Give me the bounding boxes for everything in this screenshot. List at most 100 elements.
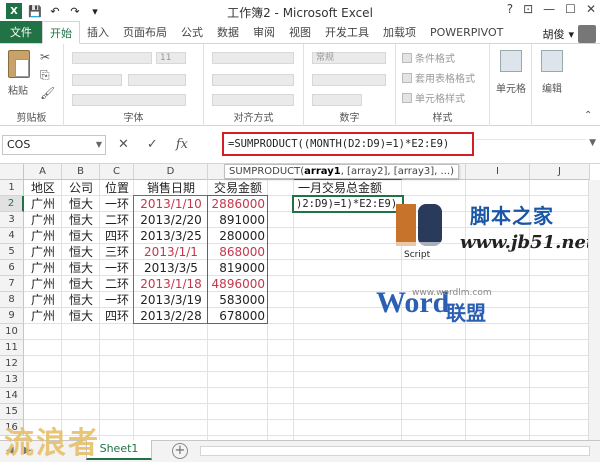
tab-add-ins[interactable]: 加载项 bbox=[376, 21, 423, 43]
row-header-7[interactable]: 7 bbox=[0, 276, 24, 292]
data-cell[interactable]: 2013/3/19 bbox=[134, 292, 208, 308]
editing-icon[interactable] bbox=[541, 50, 563, 72]
tab-formulas[interactable]: 公式 bbox=[174, 21, 210, 43]
header-cell[interactable]: 销售日期 bbox=[134, 180, 208, 196]
save-icon[interactable]: 💾 bbox=[28, 4, 42, 18]
collapse-ribbon-icon[interactable]: ⌃ bbox=[584, 110, 592, 121]
help-button[interactable]: ? bbox=[507, 2, 513, 16]
row-header-4[interactable]: 4 bbox=[0, 228, 24, 244]
data-cell[interactable]: 广州 bbox=[24, 260, 62, 276]
row-header-5[interactable]: 5 bbox=[0, 244, 24, 260]
vertical-align-buttons[interactable] bbox=[212, 52, 294, 64]
row-header-2[interactable]: 2 bbox=[0, 196, 24, 212]
data-cell[interactable]: 2013/3/25 bbox=[134, 228, 208, 244]
enter-icon[interactable]: ✓ bbox=[147, 137, 158, 152]
cut-icon[interactable]: ✂ bbox=[40, 50, 50, 64]
tab-data[interactable]: 数据 bbox=[210, 21, 246, 43]
number-format-box[interactable]: 常规 bbox=[312, 52, 386, 64]
data-cell[interactable]: 二环 bbox=[100, 212, 134, 228]
tab-file[interactable]: 文件 bbox=[0, 21, 42, 43]
row-header-6[interactable]: 6 bbox=[0, 260, 24, 276]
data-cell[interactable]: 583000 bbox=[208, 292, 268, 308]
row-header-10[interactable]: 10 bbox=[0, 324, 24, 340]
close-button[interactable]: ✕ bbox=[586, 2, 596, 16]
data-cell[interactable]: 280000 bbox=[208, 228, 268, 244]
data-cell[interactable]: 一环 bbox=[100, 196, 134, 212]
column-header-b[interactable]: B bbox=[62, 164, 100, 180]
data-cell[interactable]: 广州 bbox=[24, 196, 62, 212]
maximize-button[interactable]: ☐ bbox=[565, 2, 576, 16]
data-cell[interactable]: 广州 bbox=[24, 212, 62, 228]
data-cell[interactable]: 2013/1/18 bbox=[134, 276, 208, 292]
data-cell[interactable]: 恒大 bbox=[62, 308, 100, 324]
data-cell[interactable]: 891000 bbox=[208, 212, 268, 228]
column-header-d[interactable]: D bbox=[134, 164, 208, 180]
column-header-c[interactable]: C bbox=[100, 164, 134, 180]
data-cell[interactable]: 恒大 bbox=[62, 212, 100, 228]
column-header-a[interactable]: A bbox=[24, 164, 62, 180]
tab-powerpivot[interactable]: POWERPIVOT bbox=[423, 21, 510, 43]
data-cell[interactable]: 恒大 bbox=[62, 244, 100, 260]
font-size-box[interactable]: 11 bbox=[156, 52, 186, 64]
row-header-9[interactable]: 9 bbox=[0, 308, 24, 324]
data-cell[interactable]: 678000 bbox=[208, 308, 268, 324]
data-cell[interactable]: 三环 bbox=[100, 244, 134, 260]
data-cell[interactable]: 2013/1/1 bbox=[134, 244, 208, 260]
header-cell[interactable]: 公司 bbox=[62, 180, 100, 196]
add-sheet-button[interactable]: + bbox=[172, 443, 188, 459]
tab-home[interactable]: 开始 bbox=[42, 21, 80, 44]
data-cell[interactable]: 恒大 bbox=[62, 292, 100, 308]
column-header-j[interactable]: J bbox=[530, 164, 590, 180]
cells-label[interactable]: 单元格 bbox=[492, 80, 530, 95]
tab-page-layout[interactable]: 页面布局 bbox=[116, 21, 174, 43]
header-cell[interactable]: 地区 bbox=[24, 180, 62, 196]
data-cell[interactable]: 四环 bbox=[100, 228, 134, 244]
decimal-buttons[interactable] bbox=[312, 94, 362, 106]
row-header-13[interactable]: 13 bbox=[0, 372, 24, 388]
row-header-11[interactable]: 11 bbox=[0, 340, 24, 356]
minimize-button[interactable]: — bbox=[543, 2, 555, 16]
vertical-scrollbar[interactable] bbox=[588, 180, 600, 440]
cell-g1-header[interactable]: 一月交易总金额 bbox=[298, 180, 382, 196]
data-cell[interactable]: 广州 bbox=[24, 276, 62, 292]
expand-formula-bar-icon[interactable]: ▼ bbox=[589, 138, 596, 148]
font-name-box[interactable] bbox=[72, 52, 152, 64]
data-cell[interactable]: 二环 bbox=[100, 276, 134, 292]
editing-label[interactable]: 编辑 bbox=[534, 80, 570, 95]
data-cell[interactable]: 恒大 bbox=[62, 196, 100, 212]
data-cell[interactable]: 广州 bbox=[24, 228, 62, 244]
user-account[interactable]: 胡俊 ▾ bbox=[542, 25, 600, 43]
ribbon-display-button[interactable]: ⊡ bbox=[523, 2, 533, 16]
redo-icon[interactable]: ↷ bbox=[68, 4, 82, 18]
customize-qat-icon[interactable]: ▾ bbox=[88, 4, 102, 18]
data-cell[interactable]: 一环 bbox=[100, 260, 134, 276]
data-cell[interactable]: 广州 bbox=[24, 308, 62, 324]
header-cell[interactable]: 位置 bbox=[100, 180, 134, 196]
row-header-12[interactable]: 12 bbox=[0, 356, 24, 372]
data-cell[interactable]: 819000 bbox=[208, 260, 268, 276]
data-cell[interactable]: 四环 bbox=[100, 308, 134, 324]
data-cell[interactable]: 4896000 bbox=[208, 276, 268, 292]
name-box[interactable]: COS ▼ bbox=[2, 135, 106, 155]
tab-developer[interactable]: 开发工具 bbox=[318, 21, 376, 43]
cells-icon[interactable] bbox=[500, 50, 522, 72]
data-cell[interactable]: 恒大 bbox=[62, 276, 100, 292]
active-cell-g2[interactable]: )2:D9)=1)*E2:E9) bbox=[292, 195, 404, 213]
paste-icon[interactable] bbox=[8, 50, 30, 78]
copy-icon[interactable]: ⎘ bbox=[40, 68, 50, 83]
row-header-1[interactable]: 1 bbox=[0, 180, 24, 196]
format-painter-icon[interactable]: 🖌 bbox=[40, 86, 55, 100]
data-cell[interactable]: 一环 bbox=[100, 292, 134, 308]
horizontal-scrollbar[interactable] bbox=[200, 446, 590, 456]
data-cell[interactable]: 868000 bbox=[208, 244, 268, 260]
font-style-buttons[interactable] bbox=[72, 74, 122, 86]
cell-styles-button[interactable]: 单元格样式 bbox=[402, 90, 465, 105]
data-cell[interactable]: 2013/2/20 bbox=[134, 212, 208, 228]
number-format-buttons[interactable] bbox=[312, 74, 386, 86]
format-as-table-button[interactable]: 套用表格格式 bbox=[402, 70, 475, 85]
data-cell[interactable]: 广州 bbox=[24, 244, 62, 260]
horizontal-align-buttons[interactable] bbox=[212, 74, 294, 86]
font-color-buttons[interactable] bbox=[128, 74, 186, 86]
row-header-14[interactable]: 14 bbox=[0, 388, 24, 404]
tab-review[interactable]: 审阅 bbox=[246, 21, 282, 43]
